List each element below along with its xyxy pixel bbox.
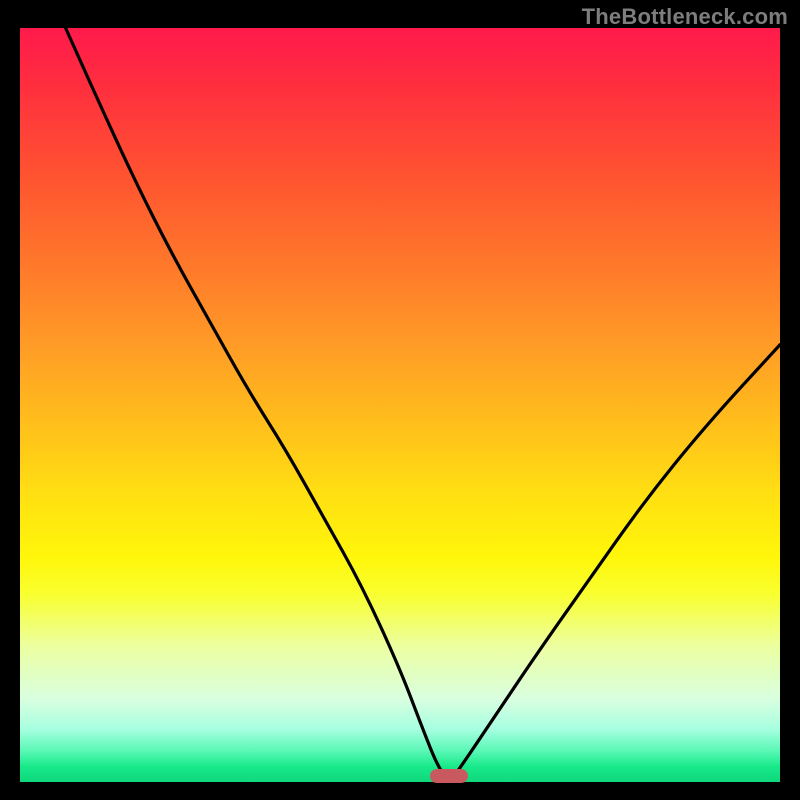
curve-svg [20, 28, 780, 782]
chart-container: TheBottleneck.com [0, 0, 800, 800]
attribution-text: TheBottleneck.com [582, 4, 788, 30]
minimum-marker [430, 769, 468, 783]
bottleneck-curve-path [66, 28, 780, 778]
plot-area [20, 28, 780, 782]
